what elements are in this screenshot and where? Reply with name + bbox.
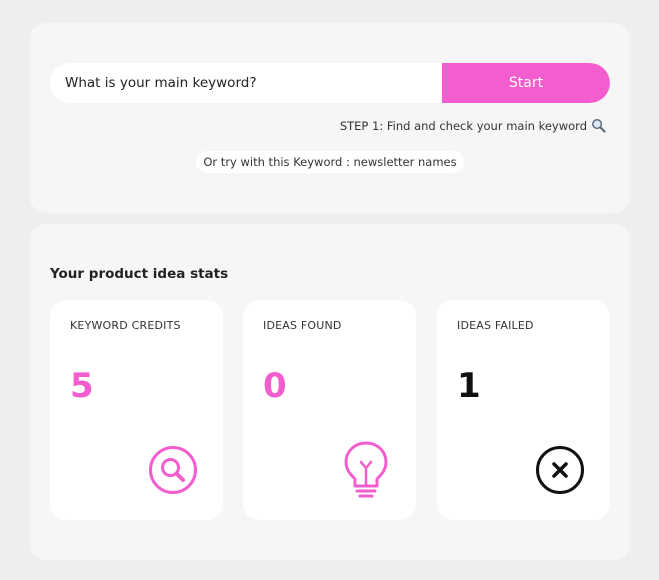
stat-label: IDEAS FOUND	[263, 319, 342, 332]
close-circle-icon	[534, 440, 586, 500]
stat-card-ideas-failed: IDEAS FAILED 1	[437, 300, 610, 520]
stat-label: IDEAS FAILED	[457, 319, 534, 332]
stats-panel: Your product idea stats KEYWORD CREDITS …	[30, 224, 630, 560]
step-hint-text: STEP 1: Find and check your main keyword	[339, 118, 587, 133]
keyword-input[interactable]	[50, 63, 442, 103]
stat-card-keyword-credits: KEYWORD CREDITS 5	[50, 300, 223, 520]
stat-label: KEYWORD CREDITS	[70, 319, 181, 332]
stats-title: Your product idea stats	[50, 266, 229, 282]
stat-value: 1	[457, 366, 481, 406]
stat-value: 5	[70, 366, 94, 406]
suggested-keyword-link[interactable]: Or try with this Keyword : newsletter na…	[196, 151, 464, 173]
start-button[interactable]: Start	[442, 63, 610, 103]
magnifier-icon	[591, 118, 606, 133]
step-hint: STEP 1: Find and check your main keyword	[340, 118, 606, 133]
search-bar: Start	[50, 63, 610, 103]
keyword-panel: Start STEP 1: Find and check your main k…	[30, 23, 630, 213]
stat-value: 0	[263, 366, 287, 406]
stat-card-ideas-found: IDEAS FOUND 0	[243, 300, 416, 520]
search-icon	[147, 440, 199, 500]
lightbulb-icon	[340, 440, 392, 500]
